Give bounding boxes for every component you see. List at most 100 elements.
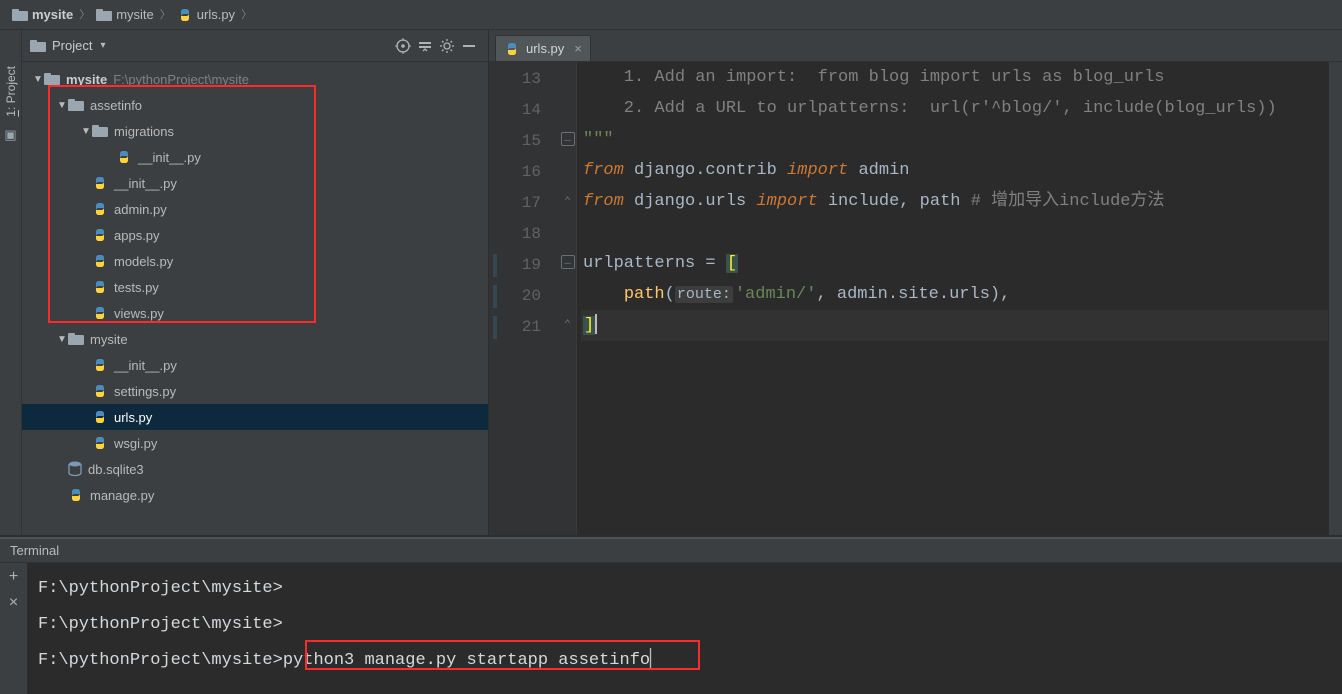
tree-file[interactable]: __init__.py: [22, 352, 488, 378]
chevron-down-icon: ▾: [100, 40, 105, 51]
python-file-icon: [92, 306, 108, 320]
line-number: 16: [489, 157, 559, 188]
tree-file[interactable]: apps.py: [22, 222, 488, 248]
fold-spacer: [559, 62, 576, 93]
tree-file[interactable]: tests.py: [22, 274, 488, 300]
breadcrumb-item[interactable]: urls.py: [175, 0, 237, 30]
terminal-output[interactable]: F:\pythonProject\mysite> F:\pythonProject…: [28, 563, 1342, 694]
code-line[interactable]: """: [581, 124, 1328, 155]
tree-file-manage[interactable]: manage.py: [22, 482, 488, 508]
tree-file[interactable]: urls.py: [22, 404, 488, 430]
line-number: 14: [489, 95, 559, 126]
code-area[interactable]: 1. Add an import: from blog import urls …: [577, 62, 1328, 535]
code-line[interactable]: from django.urls import include, path # …: [581, 186, 1328, 217]
tree-root-name: mysite: [66, 72, 107, 87]
tree-label: __init__.py: [114, 176, 177, 191]
tree-folder-assetinfo[interactable]: ▼ assetinfo: [22, 92, 488, 118]
chevron-right-icon: [237, 0, 256, 30]
tree-file[interactable]: wsgi.py: [22, 430, 488, 456]
folder-icon: [12, 8, 28, 22]
terminal-controls: + ×: [0, 563, 28, 694]
folder-icon: [68, 98, 84, 112]
breadcrumb-bar: mysite mysite urls.py: [0, 0, 1342, 30]
project-panel-title[interactable]: Project ▾: [30, 38, 106, 53]
folder-icon: [92, 124, 108, 138]
breadcrumb-item[interactable]: mysite: [10, 0, 75, 30]
python-file-icon: [92, 410, 108, 424]
project-icon: [30, 39, 46, 53]
code-line[interactable]: 1. Add an import: from blog import urls …: [581, 62, 1328, 93]
tree-root-path: F:\pythonProject\mysite: [113, 72, 249, 87]
breadcrumb-label: urls.py: [197, 0, 235, 30]
tree-label: migrations: [114, 124, 174, 139]
tree-label: db.sqlite3: [88, 462, 144, 477]
fold-toggle[interactable]: –: [561, 132, 575, 146]
editor-tabbar: urls.py ×: [489, 30, 1342, 62]
tree-file[interactable]: models.py: [22, 248, 488, 274]
tree-folder-migrations[interactable]: ▼ migrations: [22, 118, 488, 144]
terminal-line: F:\pythonProject\mysite>: [38, 571, 1332, 607]
code-line[interactable]: urlpatterns = [: [581, 248, 1328, 279]
python-file-icon: [92, 384, 108, 398]
folder-icon: [44, 72, 60, 86]
editor-tab[interactable]: urls.py ×: [495, 35, 591, 61]
code-line[interactable]: from django.contrib import admin: [581, 155, 1328, 186]
tree-file[interactable]: views.py: [22, 300, 488, 326]
main-split: 1: Project ▣ Project ▾: [0, 30, 1342, 536]
code-line[interactable]: [581, 217, 1328, 248]
tree-file[interactable]: settings.py: [22, 378, 488, 404]
python-file-icon: [68, 488, 84, 502]
chevron-down-icon: ▼: [56, 100, 68, 111]
fold-gutter[interactable]: –⌃–⌃: [559, 62, 577, 535]
collapse-all-button[interactable]: [414, 35, 436, 57]
python-file-icon: [116, 150, 132, 164]
editor-body[interactable]: 131415161718192021 –⌃–⌃ 1. Add an import…: [489, 62, 1342, 535]
terminal-line: F:\pythonProject\mysite>python3 manage.p…: [38, 643, 1332, 679]
close-icon[interactable]: ×: [574, 41, 582, 56]
project-panel-title-text: Project: [52, 38, 92, 53]
python-file-icon: [92, 358, 108, 372]
project-panel-header: Project ▾: [22, 30, 488, 62]
breadcrumb-item[interactable]: mysite: [94, 0, 156, 30]
tree-label: manage.py: [90, 488, 154, 503]
toolwindow-tab-number: 1:: [4, 107, 18, 117]
tree-file[interactable]: admin.py: [22, 196, 488, 222]
tree-label: tests.py: [114, 280, 159, 295]
new-session-button[interactable]: +: [9, 569, 18, 585]
settings-button[interactable]: [436, 35, 458, 57]
tree-label: wsgi.py: [114, 436, 157, 451]
project-tree[interactable]: ▼ mysite F:\pythonProject\mysite ▼ asset…: [22, 62, 488, 508]
folder-icon: [96, 8, 112, 22]
tree-label: __init__.py: [138, 150, 201, 165]
fold-spacer: [559, 277, 576, 308]
toolwindow-tab-project[interactable]: 1: Project: [3, 62, 19, 121]
text-caret: [595, 314, 597, 334]
tree-label: settings.py: [114, 384, 176, 399]
hide-panel-button[interactable]: [458, 35, 480, 57]
chevron-down-icon: ▼: [32, 74, 44, 85]
tree-root[interactable]: ▼ mysite F:\pythonProject\mysite: [22, 66, 488, 92]
code-line[interactable]: path(route:'admin/', admin.site.urls),: [581, 279, 1328, 310]
tree-label: __init__.py: [114, 358, 177, 373]
tree-label: mysite: [90, 332, 128, 347]
tree-label: views.py: [114, 306, 164, 321]
code-line[interactable]: ]: [581, 310, 1328, 341]
tree-file[interactable]: __init__.py: [22, 170, 488, 196]
close-session-button[interactable]: ×: [9, 595, 18, 611]
tree-folder-mysite[interactable]: ▼ mysite: [22, 326, 488, 352]
database-file-icon: [68, 461, 82, 477]
python-file-icon: [92, 280, 108, 294]
terminal-header[interactable]: Terminal: [0, 537, 1342, 563]
code-line[interactable]: 2. Add a URL to urlpatterns: url(r'^blog…: [581, 93, 1328, 124]
left-toolstrip: 1: Project ▣: [0, 30, 22, 535]
line-number: 18: [489, 219, 559, 250]
tree-label: admin.py: [114, 202, 167, 217]
fold-toggle[interactable]: –: [561, 255, 575, 269]
tree-label: apps.py: [114, 228, 160, 243]
locate-file-button[interactable]: [392, 35, 414, 57]
chevron-down-icon: ▼: [56, 334, 68, 345]
folder-icon: [68, 332, 84, 346]
tree-file-db[interactable]: db.sqlite3: [22, 456, 488, 482]
project-panel: Project ▾ ▼ mysite F:\p: [22, 30, 489, 535]
tree-file[interactable]: __init__.py: [22, 144, 488, 170]
